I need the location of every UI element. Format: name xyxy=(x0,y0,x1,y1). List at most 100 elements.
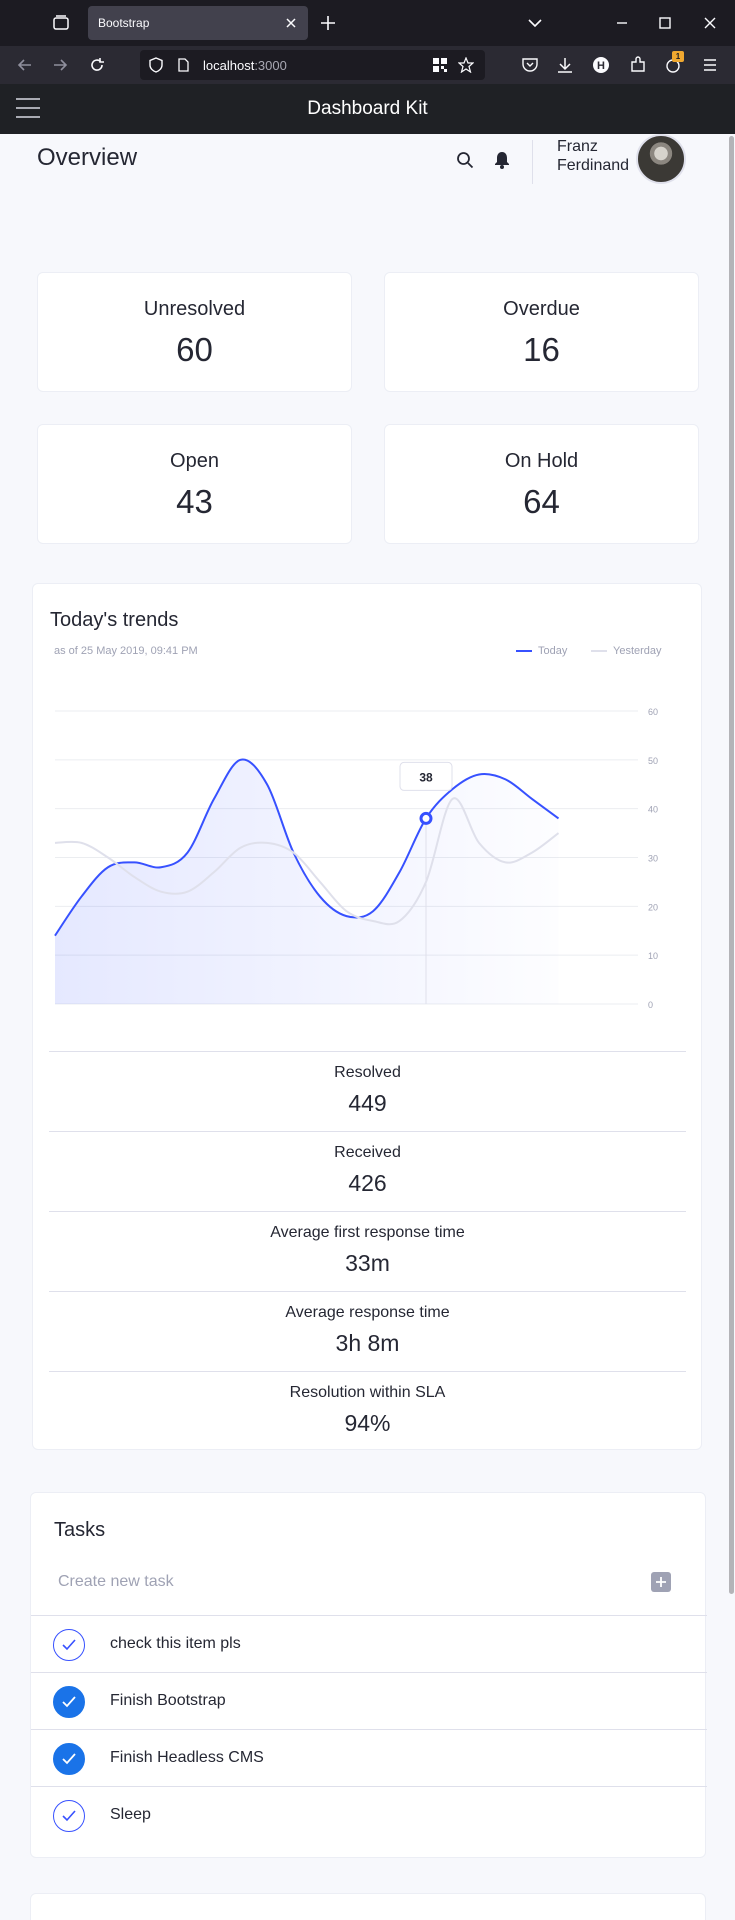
metric-resolution-sla: Resolution within SLA 94% xyxy=(49,1371,686,1451)
shield-icon[interactable] xyxy=(148,57,164,73)
tooltip-point xyxy=(419,811,433,825)
y-tick-label: 0 xyxy=(648,1000,653,1009)
task-checkbox[interactable] xyxy=(53,1743,85,1775)
task-label: check this item pls xyxy=(110,1635,241,1652)
checkmark-icon xyxy=(62,1753,76,1765)
metric-value: 94% xyxy=(344,1410,391,1436)
task-row[interactable]: check this item pls xyxy=(31,1615,707,1672)
browser-nav-bar: localhost:3000 H xyxy=(0,46,735,84)
stat-value: 43 xyxy=(176,483,213,520)
browser-tab-bar: Bootstrap xyxy=(0,0,735,46)
task-label: Finish Headless CMS xyxy=(110,1749,264,1766)
reload-icon[interactable] xyxy=(87,55,107,75)
new-tab-plus-icon[interactable] xyxy=(318,13,338,33)
trends-card: Today's trends as of 25 May 2019, 09:41 … xyxy=(32,583,702,1450)
tooltip-label: 38 xyxy=(419,770,433,784)
url-text: localhost:3000 xyxy=(203,58,287,73)
url-bar[interactable]: localhost:3000 xyxy=(140,50,485,80)
search-icon[interactable] xyxy=(455,150,475,170)
metric-value: 3h 8m xyxy=(335,1330,400,1356)
y-tick-label: 30 xyxy=(648,854,658,864)
stat-label: Unresolved xyxy=(143,298,246,320)
tasks-title: Tasks xyxy=(54,1519,106,1541)
window-close-icon[interactable] xyxy=(700,13,720,33)
metric-received: Received 426 xyxy=(49,1131,686,1211)
url-port: :3000 xyxy=(254,58,287,73)
stat-card-on-hold[interactable]: On Hold 64 xyxy=(384,424,699,544)
trends-subtitle: as of 25 May 2019, 09:41 PM xyxy=(54,645,198,657)
legend-swatch-today xyxy=(516,650,532,653)
metric-label: Average response time xyxy=(285,1304,450,1321)
stat-card-open[interactable]: Open 43 xyxy=(37,424,352,544)
legend-yesterday: Yesterday xyxy=(591,645,662,657)
tasks-card: Tasks Create new task check this item pl… xyxy=(30,1492,707,1858)
trends-title: Today's trends xyxy=(50,609,179,631)
user-first-name: Franz xyxy=(557,138,598,155)
stat-card-unresolved[interactable]: Unresolved 60 xyxy=(37,272,352,392)
stat-label: Open xyxy=(170,450,219,472)
create-task-input[interactable]: Create new task xyxy=(58,1573,174,1591)
page-scrollbar[interactable] xyxy=(729,136,734,1594)
minimize-icon[interactable] xyxy=(612,13,632,33)
user-name[interactable]: Franz Ferdinand xyxy=(557,137,629,175)
metric-label: Received xyxy=(334,1144,401,1161)
add-task-plus-icon[interactable] xyxy=(651,1572,671,1592)
metric-avg-first-response: Average first response time 33m xyxy=(49,1211,686,1291)
profile-h-icon[interactable]: H xyxy=(591,55,611,75)
metric-value: 426 xyxy=(348,1170,387,1196)
series-area-today xyxy=(55,759,559,1004)
task-checkbox[interactable] xyxy=(53,1800,85,1832)
stat-value: 16 xyxy=(523,331,560,368)
browser-tab[interactable]: Bootstrap xyxy=(88,6,308,40)
app-title: Dashboard Kit xyxy=(307,98,428,119)
chevron-down-icon[interactable] xyxy=(525,13,545,33)
url-host: localhost xyxy=(203,58,255,73)
stat-value: 60 xyxy=(176,331,213,368)
maximize-icon[interactable] xyxy=(655,13,675,33)
page-icon[interactable] xyxy=(175,57,191,73)
pocket-icon[interactable] xyxy=(520,55,540,75)
stat-label: Overdue xyxy=(503,298,580,320)
y-tick-label: 10 xyxy=(648,951,658,961)
y-tick-label: 20 xyxy=(648,902,658,912)
metric-label: Average first response time xyxy=(270,1224,465,1241)
header-divider xyxy=(532,140,533,184)
qr-grid-icon[interactable] xyxy=(432,57,448,73)
checkmark-icon xyxy=(62,1696,76,1708)
task-row[interactable]: Sleep xyxy=(31,1786,707,1843)
task-row[interactable]: Finish Bootstrap xyxy=(31,1672,707,1729)
avatar[interactable] xyxy=(636,134,686,184)
close-icon[interactable] xyxy=(282,14,300,32)
checkmark-icon xyxy=(62,1639,76,1651)
trends-chart[interactable]: 0102030405060012345678910111213141516171… xyxy=(33,684,703,1009)
task-label: Finish Bootstrap xyxy=(110,1692,226,1709)
extension-badge: 1 xyxy=(672,51,684,62)
star-icon[interactable] xyxy=(457,56,475,74)
download-icon[interactable] xyxy=(555,55,575,75)
stat-value: 64 xyxy=(523,483,560,520)
legend-label: Today xyxy=(538,645,568,657)
bell-icon[interactable] xyxy=(493,150,511,170)
task-checkbox[interactable] xyxy=(53,1686,85,1718)
task-checkbox[interactable] xyxy=(53,1629,85,1661)
back-arrow-icon[interactable] xyxy=(15,55,35,75)
task-row[interactable]: Finish Headless CMS xyxy=(31,1729,707,1786)
menu-icon[interactable] xyxy=(700,55,720,75)
metric-label: Resolved xyxy=(334,1064,401,1081)
next-card xyxy=(30,1893,706,1920)
stat-label: On Hold xyxy=(504,450,579,472)
forward-arrow-icon[interactable] xyxy=(50,55,70,75)
tab-list-icon[interactable] xyxy=(50,12,72,34)
user-last-name: Ferdinand xyxy=(557,157,630,174)
checkmark-icon xyxy=(62,1810,76,1822)
app-header: Dashboard Kit xyxy=(0,84,735,134)
legend-swatch-yesterday xyxy=(591,650,607,653)
stat-card-overdue[interactable]: Overdue 16 xyxy=(384,272,699,392)
legend-label: Yesterday xyxy=(613,645,662,657)
y-tick-label: 50 xyxy=(648,756,658,766)
extensions-puzzle-icon[interactable] xyxy=(628,55,648,75)
metric-avg-response: Average response time 3h 8m xyxy=(49,1291,686,1371)
task-label: Sleep xyxy=(110,1806,151,1823)
svg-text:H: H xyxy=(597,60,605,72)
metric-resolved: Resolved 449 xyxy=(49,1051,686,1131)
